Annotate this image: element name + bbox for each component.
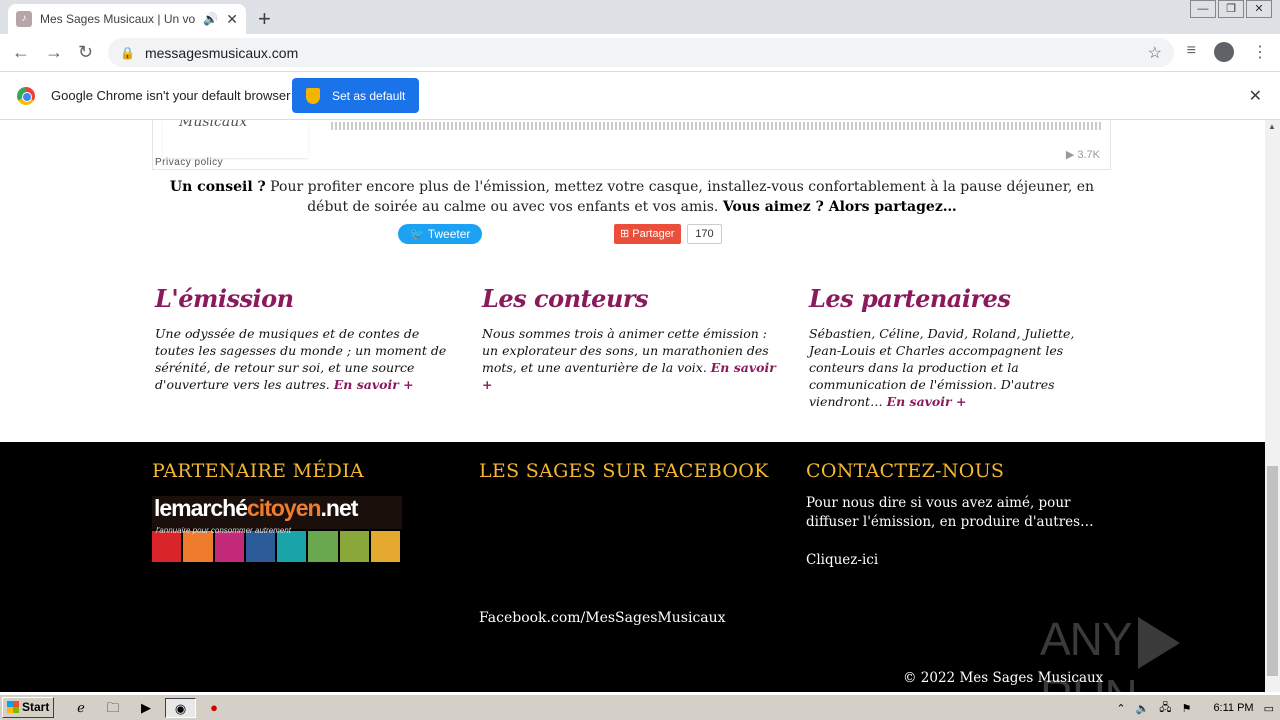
plus-icon: ⊞ — [620, 228, 633, 240]
advice-lead: Un conseil ? — [169, 179, 266, 195]
bookmark-star-icon[interactable]: ☆ — [1148, 43, 1162, 63]
column-title: L'émission — [155, 284, 294, 313]
tweet-label: Tweeter — [427, 227, 471, 241]
contact-link[interactable]: Cliquez-ici — [806, 551, 1116, 570]
address-bar[interactable]: 🔒 messagesmusicaux.com ☆ — [108, 38, 1174, 67]
explorer-icon[interactable]: 🗀 — [102, 698, 124, 718]
tweet-button[interactable]: 🐦 Tweeter — [398, 224, 482, 244]
clock[interactable]: 6:11 PM — [1213, 702, 1253, 714]
player-artwork: Musicaux — [163, 120, 308, 158]
play-count: ▶ 3.7K — [1065, 149, 1100, 161]
menu-icon[interactable]: ⋮ — [1252, 42, 1268, 62]
audio-player[interactable]: Musicaux Privacy policy ▶ 3.7K — [152, 120, 1111, 170]
column-text: Nous sommes trois à animer cette émissio… — [482, 326, 776, 392]
scroll-thumb[interactable] — [1267, 466, 1278, 676]
column-title: Les conteurs — [482, 284, 649, 313]
infobar-text: Google Chrome isn't your default browser — [51, 88, 291, 103]
url-text[interactable]: messagesmusicaux.com — [145, 45, 298, 61]
read-more-link[interactable]: En savoir + — [334, 377, 414, 392]
tab-title: Mes Sages Musicaux | Un voyage — [40, 12, 196, 26]
advice-tail: Vous aimez ? Alors partagez… — [722, 199, 957, 215]
logo-wordmark: lemarchécitoyen.net l'annuaire pour cons… — [152, 496, 402, 535]
flag-icon[interactable]: ⚑ — [1182, 702, 1192, 715]
site-footer: PARTENAIRE MÉDIA lemarchécitoyen.net l'a… — [0, 442, 1265, 692]
footer-contact: CONTACTEZ-NOUS Pour nous dire si vous av… — [806, 460, 1116, 570]
windows-logo-icon — [7, 701, 19, 713]
close-window-icon[interactable]: ✕ — [1246, 0, 1272, 18]
site-favicon: ♪ — [16, 11, 32, 27]
page-scrollbar[interactable]: ▲ — [1265, 120, 1280, 692]
antivirus-icon[interactable]: ● — [203, 698, 225, 718]
column-partenaires: Les partenaires Sébastien, Céline, David… — [809, 284, 1109, 410]
profile-avatar-icon[interactable] — [1214, 42, 1234, 62]
close-infobar-icon[interactable]: ✕ — [1249, 86, 1262, 106]
chrome-taskbar-icon[interactable]: ◉ — [165, 698, 196, 718]
media-player-icon[interactable]: ▶ — [135, 698, 157, 718]
forward-icon[interactable]: → — [45, 42, 63, 63]
ie-icon[interactable]: ℯ — [70, 698, 92, 718]
system-tray: ⌃ 🔈 🖧 ⚑ 6:11 PM ▭ — [1110, 697, 1280, 719]
browser-toolbar: ← → ↻ 🔒 messagesmusicaux.com ☆ ≡ ⋮ — [0, 34, 1280, 72]
minimize-icon[interactable]: — — [1190, 0, 1216, 18]
share-label: Partager — [632, 228, 675, 240]
browser-tab[interactable]: ♪ Mes Sages Musicaux | Un voyage 🔊 ✕ — [8, 4, 246, 34]
windows-taskbar: Start ℯ 🗀 ▶ ◉ ● ⌃ 🔈 🖧 ⚑ 6:11 PM ▭ — [0, 694, 1280, 720]
advice-body: Pour profiter encore plus de l'émission,… — [265, 179, 1095, 215]
footer-facebook: LES SAGES SUR FACEBOOK — [479, 460, 769, 482]
media-control-icon[interactable]: ≡ — [1187, 42, 1196, 62]
waveform[interactable] — [331, 122, 1101, 130]
scroll-up-icon[interactable]: ▲ — [1268, 122, 1276, 131]
column-text: Une odyssée de musiques et de contes de … — [155, 326, 447, 392]
footer-contact-title: CONTACTEZ-NOUS — [806, 460, 1005, 482]
footer-facebook-title: LES SAGES SUR FACEBOOK — [479, 460, 769, 482]
privacy-policy-link[interactable]: Privacy policy — [155, 157, 223, 168]
player-logo-text: Musicaux — [179, 120, 248, 130]
set-default-button[interactable]: Set as default — [292, 78, 419, 113]
column-text: Sébastien, Céline, David, Roland, Juliet… — [809, 326, 1075, 409]
column-emission: L'émission Une odyssée de musiques et de… — [155, 284, 460, 393]
category-tile-icon — [370, 531, 400, 562]
marche-citoyen-logo[interactable]: lemarchécitoyen.net l'annuaire pour cons… — [152, 496, 402, 562]
category-tile-icon — [308, 531, 338, 562]
lock-icon[interactable]: 🔒 — [120, 46, 135, 60]
advice-text: Un conseil ? Pour profiter encore plus d… — [152, 177, 1112, 217]
contact-text: Pour nous dire si vous avez aimé, pour d… — [806, 495, 1094, 530]
close-tab-icon[interactable]: ✕ — [226, 11, 238, 28]
restore-icon[interactable]: ❐ — [1218, 0, 1244, 18]
play-triangle-icon — [1137, 616, 1180, 669]
category-tile-icon — [339, 531, 369, 562]
window-controls: — ❐ ✕ — [1188, 0, 1272, 18]
tab-strip: ♪ Mes Sages Musicaux | Un voyage 🔊 ✕ + —… — [0, 0, 1280, 34]
page-content: Musicaux Privacy policy ▶ 3.7K Un consei… — [0, 120, 1265, 692]
footer-media-title: PARTENAIRE MÉDIA — [152, 460, 364, 482]
volume-icon[interactable]: 🔈 — [1136, 702, 1150, 715]
shield-icon — [306, 87, 320, 104]
column-title: Les partenaires — [809, 284, 1011, 313]
facebook-link[interactable]: Facebook.com/MesSagesMusicaux — [479, 610, 726, 626]
share-button[interactable]: ⊞ Partager — [614, 224, 681, 244]
new-tab-icon[interactable]: + — [258, 6, 271, 32]
toolbar-icons: ≡ ⋮ — [1187, 42, 1268, 62]
tray-expand-icon[interactable]: ⌃ — [1116, 702, 1125, 715]
back-icon[interactable]: ← — [12, 42, 30, 63]
twitter-bird-icon: 🐦 — [409, 227, 428, 241]
share-count: 170 — [687, 224, 722, 244]
speaker-icon[interactable]: 🔊 — [203, 12, 218, 26]
network-icon[interactable]: 🖧 — [1159, 699, 1171, 718]
copyright-text: © 2022 Mes Sages Musicaux — [903, 670, 1104, 686]
logo-tagline: l'annuaire pour consommer autrement — [156, 526, 291, 535]
footer-media: PARTENAIRE MÉDIA — [152, 460, 364, 482]
reload-icon[interactable]: ↻ — [78, 42, 93, 63]
column-conteurs: Les conteurs Nous sommes trois à animer … — [482, 284, 787, 393]
chrome-logo-icon — [17, 87, 35, 105]
default-browser-infobar: Google Chrome isn't your default browser… — [0, 72, 1280, 120]
start-button[interactable]: Start — [2, 697, 54, 718]
show-desktop-icon[interactable]: ▭ — [1264, 702, 1274, 715]
read-more-link[interactable]: En savoir + — [887, 394, 967, 409]
set-default-label: Set as default — [332, 88, 406, 103]
